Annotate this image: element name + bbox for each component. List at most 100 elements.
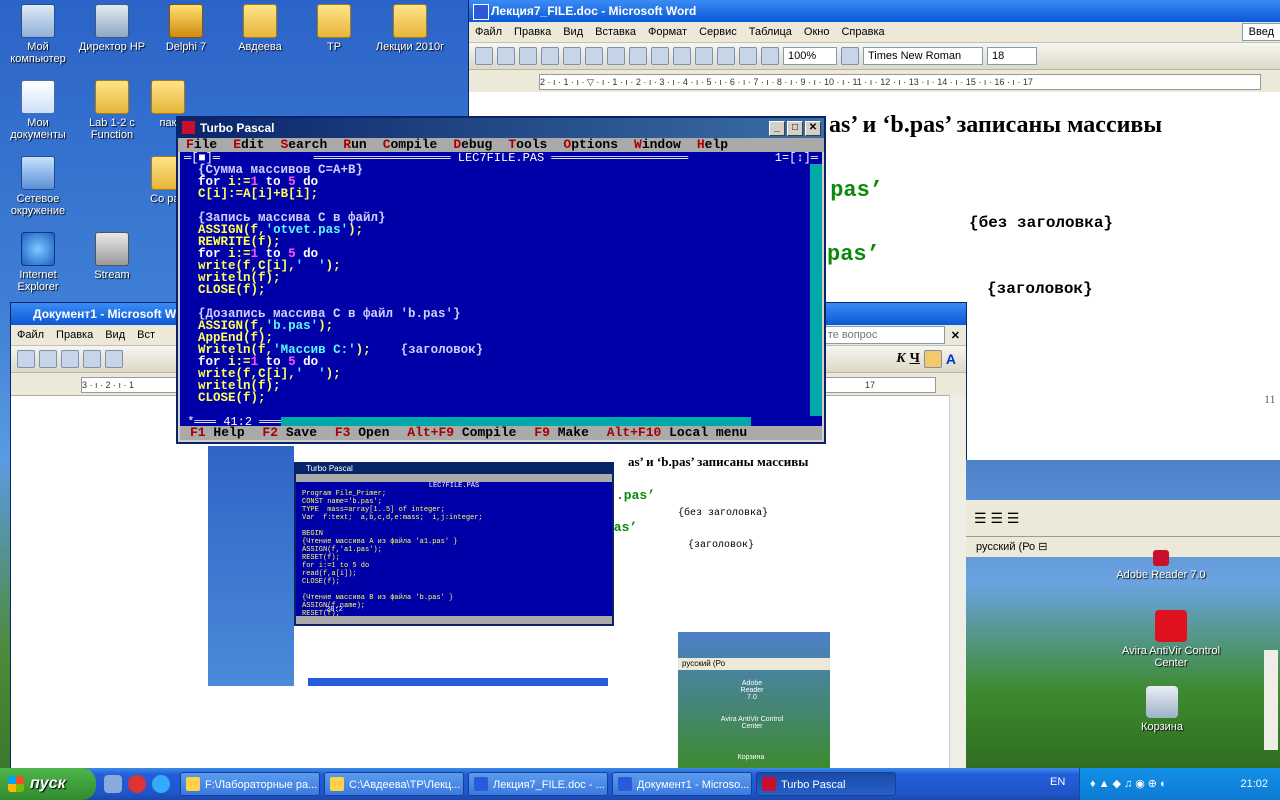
quick-launch-ie-icon[interactable]	[152, 775, 170, 793]
menu-tools[interactable]: Сервис	[693, 26, 743, 38]
align-left-icon[interactable]	[923, 350, 942, 368]
paragraph-icon[interactable]	[761, 47, 779, 65]
maximize-button[interactable]: □	[787, 121, 803, 136]
task-button-lab-folder[interactable]: F:\Лабораторные ра...	[180, 772, 320, 796]
right-scrollbar[interactable]	[1264, 650, 1278, 750]
italic-icon[interactable]: K	[896, 351, 905, 367]
tp-menu-file[interactable]: File	[178, 138, 225, 152]
input-language-indicator[interactable]: EN	[1050, 776, 1065, 788]
tp-menu-options[interactable]: Options	[555, 138, 626, 152]
start-button[interactable]: пуск	[0, 768, 96, 800]
tp-menu-compile[interactable]: Compile	[375, 138, 446, 152]
quick-launch-opera-icon[interactable]	[128, 775, 146, 793]
menu-file[interactable]: Файл	[469, 26, 508, 38]
font-select[interactable]: Times New Roman	[863, 47, 983, 65]
preview-icon[interactable]	[563, 47, 581, 65]
desktop-icon-recycle-bin[interactable]: Корзина	[1122, 686, 1202, 733]
spell-icon[interactable]	[585, 47, 603, 65]
quick-launch-app-icon[interactable]	[104, 775, 122, 793]
doc1-menu-file[interactable]: Файл	[11, 329, 50, 341]
help-search-input[interactable]: Введ	[1241, 23, 1280, 41]
tp-title-bar[interactable]: Turbo Pascal _ □ ✕	[178, 118, 824, 138]
tp-hotkey-save[interactable]: F2 Save	[252, 426, 324, 440]
underline-icon[interactable]: Ч	[910, 351, 920, 367]
menu-edit[interactable]: Правка	[508, 26, 557, 38]
open-icon[interactable]	[497, 47, 515, 65]
tp-menu-help[interactable]: Help	[689, 138, 736, 152]
desktop-icon-my-documents[interactable]: Мои документы	[0, 80, 76, 141]
tp-hotkey-open[interactable]: F3 Open	[325, 426, 397, 440]
minimize-button[interactable]: _	[769, 121, 785, 136]
desktop-icon-adobe-reader[interactable]: Adobe Reader 7.0	[1116, 550, 1206, 581]
tp-menu-edit[interactable]: Edit	[225, 138, 272, 152]
lang-bar-minimize-icon[interactable]: ⊟	[1038, 541, 1047, 553]
redo-icon[interactable]	[695, 47, 713, 65]
desktop-icon-lab[interactable]: Lab 1-2 с Function	[74, 80, 150, 141]
tp-editor[interactable]: ═[■]═ ═══════════════════ LEC7FILE.PAS ═…	[180, 152, 822, 428]
open-icon[interactable]	[39, 350, 57, 368]
save-icon[interactable]	[61, 350, 79, 368]
tp-menu-window[interactable]: Window	[626, 138, 689, 152]
table-icon[interactable]	[717, 47, 735, 65]
task-button-word-doc1[interactable]: Документ1 - Microso...	[612, 772, 752, 796]
tp-menu-run[interactable]: Run	[335, 138, 374, 152]
desktop-icon-stream[interactable]: Stream	[74, 232, 150, 281]
menu-table[interactable]: Таблица	[743, 26, 798, 38]
tp-hotkey-local-menu[interactable]: Alt+F10 Local menu	[597, 426, 747, 440]
tp-code[interactable]: {Сумма массивов C=A+B} for i:=1 to 5 do C[…	[198, 164, 483, 405]
tp-menu-search[interactable]: Search	[272, 138, 335, 152]
doc1-vertical-scrollbar[interactable]	[949, 395, 966, 769]
paste-icon[interactable]	[651, 47, 669, 65]
preview-icon[interactable]	[105, 350, 123, 368]
new-doc-icon[interactable]	[475, 47, 493, 65]
desktop-icon-delphi[interactable]: Delphi 7	[148, 4, 224, 53]
desktop-icon-avdeeva[interactable]: Авдеева	[222, 4, 298, 53]
tp-menu-tools[interactable]: Tools	[500, 138, 555, 152]
desktop-icon-ie[interactable]: Internet Explorer	[0, 232, 76, 293]
tp-hotkey-make[interactable]: F9 Make	[524, 426, 596, 440]
tp-menu-debug[interactable]: Debug	[445, 138, 500, 152]
task-button-turbo-pascal[interactable]: Turbo Pascal	[756, 772, 896, 796]
desktop-icon-network[interactable]: Сетевое окружение	[0, 156, 76, 217]
font-color-icon[interactable]: A	[946, 351, 966, 367]
list-icon[interactable]: ☰ ☰ ☰	[974, 510, 1019, 527]
font-size-select[interactable]: 18	[987, 47, 1037, 65]
word-menubar: Файл Правка Вид Вставка Формат Сервис Та…	[469, 22, 1280, 43]
new-doc-icon[interactable]	[17, 350, 35, 368]
word-title-bar[interactable]: Лекция7_FILE.doc - Microsoft Word	[469, 0, 1280, 22]
menu-window[interactable]: Окно	[798, 26, 836, 38]
desktop-icon-tr[interactable]: ТР	[296, 4, 372, 53]
save-icon[interactable]	[519, 47, 537, 65]
task-button-lectures-folder[interactable]: C:\Авдеева\ТР\Лекц...	[324, 772, 464, 796]
copy-icon[interactable]	[629, 47, 647, 65]
doc1-menu-insert[interactable]: Вст	[131, 329, 161, 341]
tp-hotkey-compile[interactable]: Alt+F9 Compile	[397, 426, 524, 440]
help-icon[interactable]	[841, 47, 859, 65]
menu-view[interactable]: Вид	[557, 26, 589, 38]
doc1-menu-view[interactable]: Вид	[99, 329, 131, 341]
close-icon[interactable]: ✕	[945, 329, 966, 342]
undo-icon[interactable]	[673, 47, 691, 65]
doc1-menu-edit[interactable]: Правка	[50, 329, 99, 341]
zoom-select[interactable]: 100%	[783, 47, 837, 65]
embedded-avira-label: Avira AntiVir Control Center	[720, 716, 784, 730]
doc1-help-input[interactable]: те вопрос	[820, 326, 945, 344]
menu-format[interactable]: Формат	[642, 26, 693, 38]
menu-insert[interactable]: Вставка	[589, 26, 642, 38]
tp-vertical-scrollbar[interactable]	[810, 164, 822, 416]
cut-icon[interactable]	[607, 47, 625, 65]
word-ruler[interactable]: 2 · ı · 1 · ı · ▽ · ı · 1 · ı · 2 · ı · …	[469, 70, 1280, 93]
desktop-icon-hp-director[interactable]: Директор HP	[74, 4, 150, 53]
close-button[interactable]: ✕	[805, 121, 821, 136]
tray-icons[interactable]: ♦▲◆♫◉⊕◐	[1090, 768, 1170, 800]
desktop-icon-lectures[interactable]: Лекции 2010г	[372, 4, 448, 53]
print-icon[interactable]	[541, 47, 559, 65]
embedded-tp-footer	[296, 616, 612, 624]
desktop-icon-avira[interactable]: Avira AntiVir Control Center	[1116, 610, 1226, 669]
tp-hotkey-help[interactable]: F1 Help	[180, 426, 252, 440]
columns-icon[interactable]	[739, 47, 757, 65]
print-icon[interactable]	[83, 350, 101, 368]
task-button-word-lecture[interactable]: Лекция7_FILE.doc - ...	[468, 772, 608, 796]
desktop-icon-my-computer[interactable]: Мой компьютер	[0, 4, 76, 65]
menu-help[interactable]: Справка	[835, 26, 890, 38]
